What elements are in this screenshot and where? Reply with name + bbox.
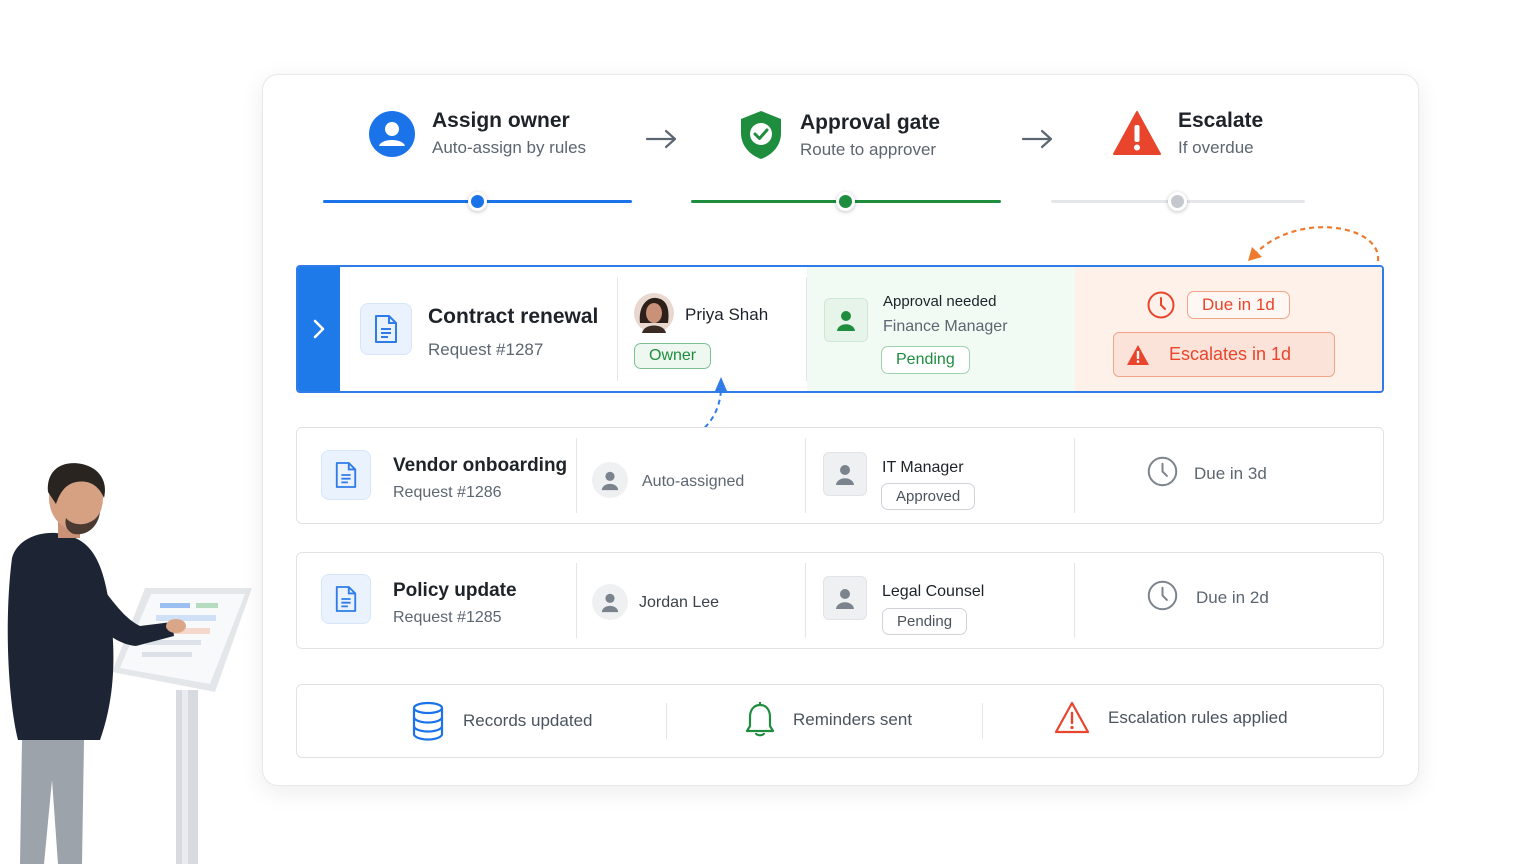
footer-records-updated: Records updated [411,701,592,741]
row-request-id: Request #1285 [393,609,502,626]
avatar [592,462,628,498]
approval-status-badge: Approved [881,483,976,510]
column-divider [1074,563,1075,638]
approver-avatar [823,576,867,620]
approval-label: Approval needed [883,293,997,310]
column-divider [1074,438,1075,513]
step-approval-gate: Approval gate Route to approver [738,109,940,161]
avatar [634,293,674,333]
column-divider [805,438,806,513]
column-divider [617,277,618,381]
person-icon [836,589,854,609]
progress-track-approval [691,192,1001,211]
row-title: Contract renewal [428,305,599,328]
approver-role: Finance Manager [883,318,1008,335]
arrow-right-icon [645,129,677,149]
table-row-vendor-onboarding[interactable]: Vendor onboarding Request #1286 Auto-ass… [296,427,1384,524]
footer-label: Escalation rules applied [1108,708,1288,727]
due-text: Due in 3d [1194,464,1267,483]
escalation-banner[interactable]: Escalates in 1d [1113,332,1335,377]
person-icon [369,110,415,157]
due-badge: Due in 1d [1187,291,1290,319]
column-divider [666,703,667,739]
column-divider [576,438,577,513]
step-title: Escalate [1178,109,1264,132]
footer-escalation-rules: Escalation rules applied [1054,701,1288,735]
owner-name: Auto-assigned [642,473,745,490]
clock-icon [1147,456,1178,487]
row-expand-handle[interactable] [298,267,340,391]
approver-role: Legal Counsel [882,583,985,600]
progress-track-escalate [1051,192,1305,211]
document-icon-box [321,450,371,500]
person-icon [601,471,619,491]
workflow-panel: Assign owner Auto-assign by rules Approv… [262,74,1419,786]
step-subtitle: Route to approver [800,139,937,159]
step-assign-owner: Assign owner Auto-assign by rules [368,109,586,158]
table-row-policy-update[interactable]: Policy update Request #1285 Jordan Lee L… [296,552,1384,649]
progress-track-assign [323,192,632,211]
escalation-text: Escalates in 1d [1169,344,1292,364]
footer-label: Reminders sent [793,710,913,729]
status-footer: Records updated Reminders sent Escalatio [296,684,1384,758]
step-title: Assign owner [432,109,570,132]
bell-icon [745,702,775,737]
column-divider [805,563,806,638]
workflow-scene: Assign owner Auto-assign by rules Approv… [0,0,1536,864]
progress-knob[interactable] [836,192,855,211]
person-icon [837,311,855,331]
step-subtitle: Auto-assign by rules [432,138,587,157]
warning-icon [1127,345,1149,365]
clock-icon [1147,291,1175,319]
row-title: Vendor onboarding [393,455,568,476]
person-at-kiosk-illustration [7,463,252,864]
step-subtitle: If overdue [1178,138,1254,157]
footer-label: Records updated [463,711,593,730]
document-icon [335,462,357,488]
footer-reminders-sent: Reminders sent [745,701,912,739]
approval-status-badge: Pending [881,346,970,374]
document-icon [375,315,397,343]
warning-outline-icon [1054,701,1090,734]
row-title: Policy update [393,580,517,601]
table-row-contract-renewal[interactable]: Contract renewal Request #1287 Priya Sha… [296,265,1384,393]
document-icon-box [321,574,371,624]
progress-knob[interactable] [468,192,487,211]
step-escalate: Escalate If overdue [1112,109,1263,158]
approval-status-badge: Pending [882,608,968,635]
document-icon-box [360,303,412,355]
avatar [592,584,628,620]
approver-role: IT Manager [882,459,964,476]
row-request-id: Request #1287 [428,340,544,359]
owner-name: Priya Shah [685,305,769,324]
database-icon [412,701,444,741]
owner-badge: Owner [634,343,712,369]
owner-name: Jordan Lee [639,594,720,611]
progress-knob[interactable] [1168,192,1187,211]
person-icon [836,465,854,485]
document-icon [335,586,357,612]
approver-avatar [823,452,867,496]
row-request-id: Request #1286 [393,484,502,501]
column-divider [982,703,983,739]
clock-icon [1147,580,1178,611]
approver-avatar [824,298,868,342]
column-divider [576,563,577,638]
warning-icon [1113,110,1161,155]
person-icon [601,593,619,613]
shield-check-icon [741,111,781,159]
arrow-right-icon [1021,129,1053,149]
escalation-curve-arrow [1248,226,1380,262]
due-text: Due in 2d [1196,588,1269,607]
step-title: Approval gate [800,110,941,134]
chevron-right-icon [313,319,325,339]
